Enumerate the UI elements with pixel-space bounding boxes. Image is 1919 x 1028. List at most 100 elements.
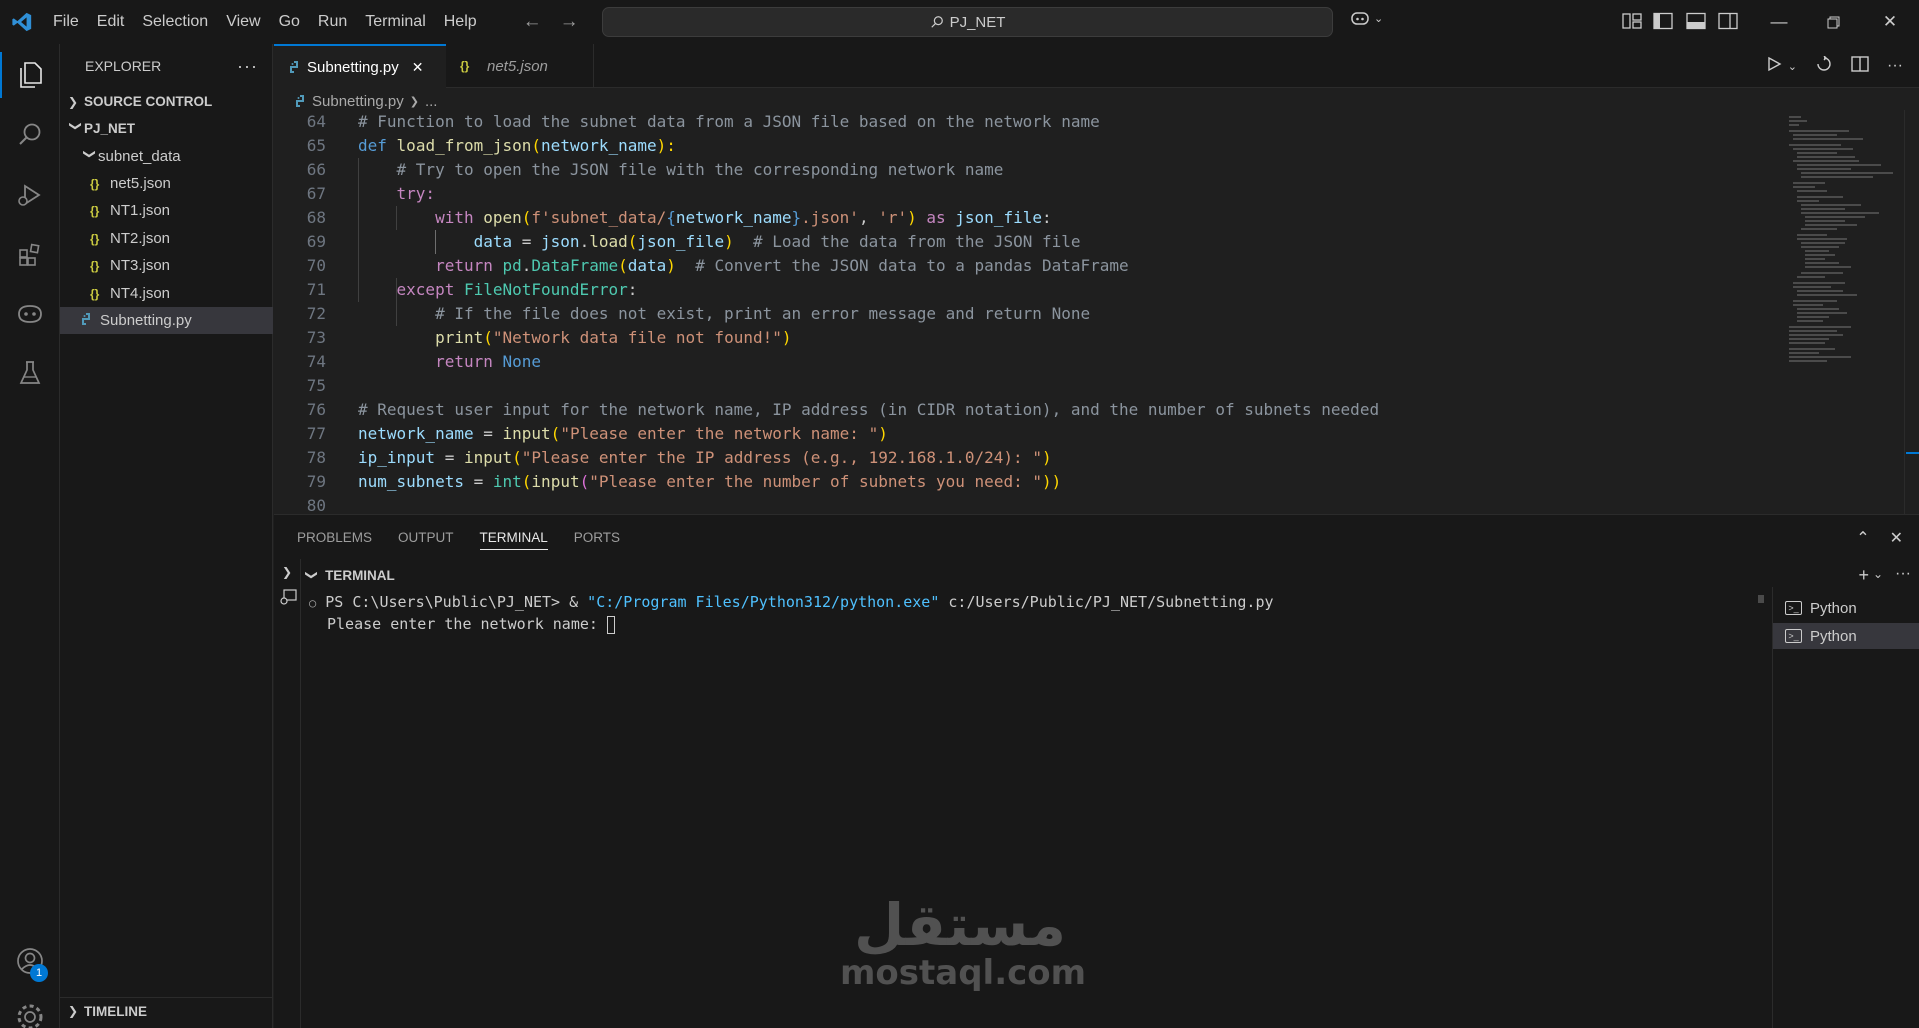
title-bar: File Edit Selection View Go Run Terminal… xyxy=(0,0,1919,44)
terminal-scrollbar[interactable] xyxy=(1755,591,1769,1028)
toggle-panel-icon[interactable] xyxy=(1686,12,1706,30)
breadcrumb-symbol[interactable]: ... xyxy=(425,93,438,110)
chevron-down-icon: ⌄ xyxy=(1374,12,1384,25)
split-editor-icon[interactable] xyxy=(1851,56,1869,76)
minimize-button[interactable]: — xyxy=(1750,0,1808,44)
run-python-file-icon[interactable] xyxy=(1766,56,1782,76)
code-line: 74 return None xyxy=(306,352,542,371)
restore-button[interactable] xyxy=(1804,0,1862,44)
forward-arrow-icon[interactable]: → xyxy=(551,11,588,33)
tab-output[interactable]: OUTPUT xyxy=(398,530,454,545)
compare-changes-icon[interactable] xyxy=(1815,55,1833,76)
close-panel-icon[interactable]: ✕ xyxy=(1890,528,1903,548)
tab-terminal[interactable]: TERMINAL xyxy=(479,530,548,550)
menu-edit[interactable]: Edit xyxy=(88,0,134,44)
python-file-icon xyxy=(80,312,100,329)
copilot-icon xyxy=(1351,12,1369,25)
chevron-down-icon[interactable]: ❯ xyxy=(305,570,319,580)
code-line: 78 ip_input = input("Please enter the IP … xyxy=(306,448,1052,467)
menu-go[interactable]: Go xyxy=(270,0,309,44)
timeline-section[interactable]: ❯ TIMELINE xyxy=(60,997,273,1024)
tab-subnetting-py[interactable]: Subnetting.py ✕ xyxy=(274,44,446,88)
copilot-chat-icon[interactable] xyxy=(0,284,60,342)
file-item-active[interactable]: Subnetting.py xyxy=(60,307,273,334)
terminal-icon: >_ xyxy=(1785,629,1802,643)
back-arrow-icon[interactable]: ← xyxy=(514,11,551,33)
more-actions-icon[interactable]: ··· xyxy=(1895,565,1911,586)
toggle-secondary-sidebar-icon[interactable] xyxy=(1718,12,1738,30)
file-item[interactable]: {} NT4.json xyxy=(60,280,273,307)
file-item[interactable]: {} NT3.json xyxy=(60,252,273,279)
editor-scrollbar[interactable] xyxy=(1904,110,1919,514)
extensions-icon[interactable] xyxy=(0,226,60,284)
search-text: PJ_NET xyxy=(949,13,1006,31)
minimap[interactable] xyxy=(1783,110,1903,514)
run-and-debug-icon[interactable] xyxy=(0,166,60,224)
folder-subnet-data[interactable]: ❯ subnet_data xyxy=(60,143,273,170)
menu-help[interactable]: Help xyxy=(435,0,486,44)
scrollbar-cursor-marker xyxy=(1906,452,1919,454)
tab-ports[interactable]: PORTS xyxy=(574,530,620,545)
chevron-down-icon[interactable]: ⌄ xyxy=(1873,567,1883,586)
terminal-actions: + ⌄ ··· xyxy=(1858,565,1911,586)
terminal-instance-active[interactable]: >_ Python xyxy=(1773,623,1919,649)
project-folder[interactable]: ❯ PJ_NET xyxy=(60,115,273,142)
file-item[interactable]: {} NT1.json xyxy=(60,197,273,224)
menu-selection[interactable]: Selection xyxy=(133,0,217,44)
terminal-settings-icon[interactable] xyxy=(279,589,297,605)
explorer-header: EXPLORER ··· xyxy=(60,44,272,88)
source-control-section[interactable]: ❯ SOURCE CONTROL xyxy=(60,88,273,115)
chevron-down-icon: ❯ xyxy=(83,148,97,159)
json-file-icon: {} xyxy=(90,176,100,191)
accounts-icon[interactable]: 1 xyxy=(0,932,60,990)
file-label: NT4.json xyxy=(110,285,171,302)
command-status-circle-icon: ○ xyxy=(309,596,317,610)
tab-problems[interactable]: PROBLEMS xyxy=(297,530,372,545)
panel-tabs: PROBLEMS OUTPUT TERMINAL PORTS xyxy=(274,515,1919,559)
file-label: net5.json xyxy=(110,175,171,192)
terminal-output-line: Please enter the network name: xyxy=(327,613,615,635)
file-label: NT1.json xyxy=(110,202,171,219)
copilot-button[interactable]: ⌄ xyxy=(1350,10,1383,26)
code-line: 64 # Function to load the subnet data fro… xyxy=(306,112,1100,131)
panel-controls: ⌃ ✕ xyxy=(1856,528,1903,548)
source-control-label: SOURCE CONTROL xyxy=(84,94,213,109)
manage-gear-icon[interactable] xyxy=(0,988,60,1028)
more-actions-icon[interactable]: ··· xyxy=(237,56,258,77)
toggle-primary-sidebar-icon[interactable] xyxy=(1653,12,1673,30)
mostaql-watermark-logo: مستقل mostaql.com xyxy=(840,895,1086,991)
more-actions-icon[interactable]: ··· xyxy=(1887,57,1903,75)
code-editor[interactable]: 64 # Function to load the subnet data fro… xyxy=(274,110,1782,514)
menu-run[interactable]: Run xyxy=(309,0,356,44)
code-line: 70 return pd.DataFrame(data) # Convert t… xyxy=(306,256,1129,275)
testing-flask-icon[interactable] xyxy=(0,344,60,402)
new-terminal-plus-icon[interactable]: + xyxy=(1858,565,1869,586)
run-dropdown-chevron-icon[interactable]: ⌄ xyxy=(1788,60,1797,73)
file-item[interactable]: {} net5.json xyxy=(60,170,273,197)
menu-view[interactable]: View xyxy=(217,0,269,44)
tab-net5-json[interactable]: {} net5.json xyxy=(446,44,594,88)
code-line: 69 data = json.load(json_file) # Load th… xyxy=(306,232,1081,251)
search-icon xyxy=(930,16,943,28)
terminal-header: ❯ TERMINAL + ⌄ ··· xyxy=(301,559,1919,591)
close-icon[interactable]: ✕ xyxy=(412,59,424,76)
file-label: NT2.json xyxy=(110,230,171,247)
timeline-label: TIMELINE xyxy=(84,1003,147,1019)
breadcrumb-file[interactable]: Subnetting.py xyxy=(312,93,404,110)
file-label: Subnetting.py xyxy=(100,312,192,329)
json-file-icon: {} xyxy=(90,258,100,273)
tab-label: Subnetting.py xyxy=(307,58,399,76)
close-window-button[interactable]: ✕ xyxy=(1861,0,1919,44)
file-item[interactable]: {} NT2.json xyxy=(60,225,273,252)
chevron-right-icon[interactable]: ❯ xyxy=(282,565,292,579)
command-center-search[interactable]: PJ_NET xyxy=(602,7,1333,37)
terminal-icon: >_ xyxy=(1785,601,1802,615)
terminal-instance[interactable]: >_ Python xyxy=(1773,595,1919,621)
maximize-panel-chevron-up-icon[interactable]: ⌃ xyxy=(1856,528,1869,548)
menu-terminal[interactable]: Terminal xyxy=(356,0,434,44)
explorer-icon[interactable] xyxy=(0,46,60,104)
code-line: 79 num_subnets = int(input("Please enter … xyxy=(306,472,1062,491)
menu-file[interactable]: File xyxy=(44,0,88,44)
search-icon[interactable] xyxy=(0,106,60,164)
customize-layout-icon[interactable] xyxy=(1622,12,1642,30)
